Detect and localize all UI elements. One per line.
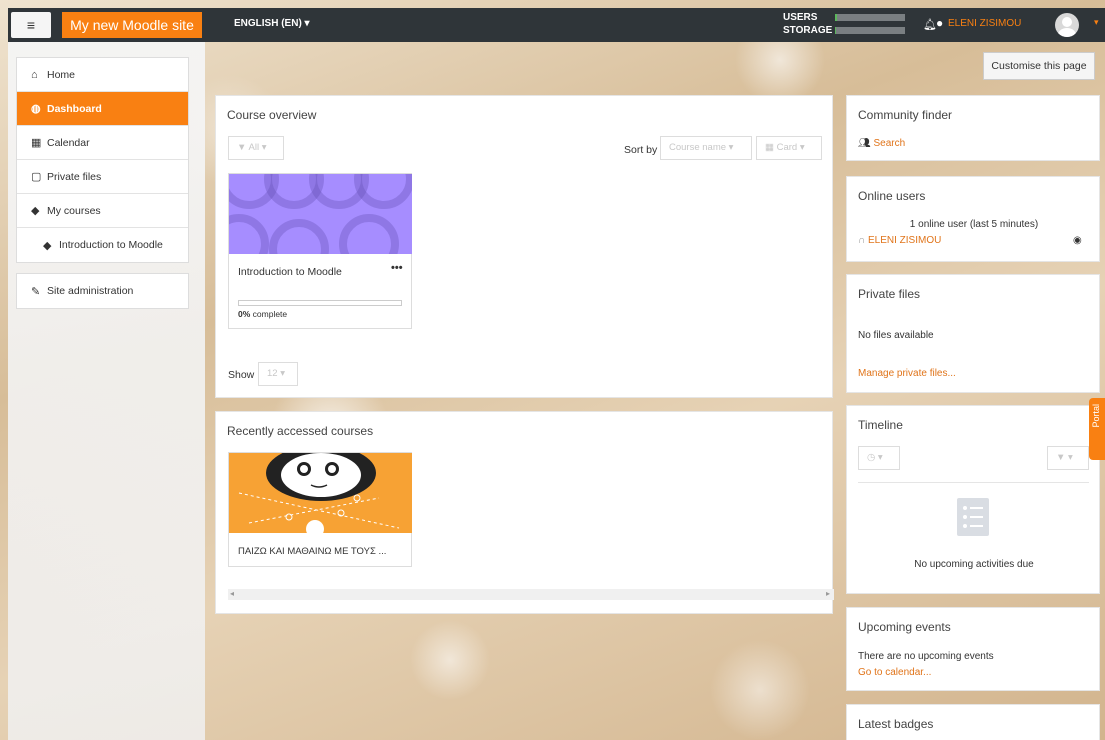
online-user-link[interactable]: ∩ ELENI ZISIMOU xyxy=(858,235,941,246)
notifications-bell-icon[interactable]: 🔔︎ xyxy=(923,18,937,31)
site-brand-link[interactable]: My new Moodle site xyxy=(62,12,202,38)
latest-badges-block: Latest badges xyxy=(846,704,1100,740)
block-title: Latest badges xyxy=(858,717,934,731)
show-label: Show xyxy=(228,369,255,381)
block-title: Online users xyxy=(858,189,926,203)
no-events-text: There are no upcoming events xyxy=(858,651,994,662)
nav-site-administration[interactable]: ✎ Site administration xyxy=(17,274,188,308)
view-dropdown[interactable]: ▦ Card ▾ xyxy=(756,136,822,160)
usage-meters: USERS STORAGE xyxy=(783,11,905,37)
recent-courses-block: Recently accessed courses ΠΑΙΖΩ ΚΑΙ ΜΑΘΑ… xyxy=(215,411,834,614)
nav-home[interactable]: ⌂ Home xyxy=(17,58,188,92)
main-navigation: ⌂ Home ◍ Dashboard ▦ Calendar ▢ Private file… xyxy=(16,57,189,263)
online-users-summary: 1 online user (last 5 minutes) xyxy=(909,219,1039,230)
user-icon: ∩ xyxy=(858,235,866,246)
users-icon: 👥︎ xyxy=(858,138,871,149)
nav-calendar[interactable]: ▦ Calendar xyxy=(17,126,188,160)
nav-private-files[interactable]: ▢ Private files xyxy=(17,160,188,194)
language-menu[interactable]: ENGLISH (EN) ▾ xyxy=(234,18,310,29)
hamburger-menu-button[interactable]: ≡ xyxy=(11,12,51,38)
portal-side-tab[interactable]: Portal xyxy=(1089,398,1105,460)
community-search-link[interactable]: 👥︎ Search xyxy=(858,138,905,149)
go-to-calendar-link[interactable]: Go to calendar... xyxy=(858,667,931,678)
block-title: Recently accessed courses xyxy=(227,424,374,438)
course-progress-bar xyxy=(238,300,402,306)
manage-private-files-link[interactable]: Manage private files... xyxy=(858,368,956,379)
recent-course-card[interactable]: ΠΑΙΖΩ ΚΑΙ ΜΑΘΑΙΝΩ ΜΕ ΤΟΥΣ ... xyxy=(228,452,412,567)
sort-by-label: Sort by xyxy=(624,144,658,156)
customise-page-button[interactable]: Customise this page xyxy=(983,52,1095,80)
storage-usage-bar xyxy=(835,27,905,34)
timeline-sort-dropdown[interactable]: ▼ ▾ xyxy=(1047,446,1089,470)
graduation-cap-icon: ◆ xyxy=(43,239,52,252)
no-files-text: No files available xyxy=(858,330,934,341)
home-icon: ⌂ xyxy=(31,68,38,81)
wrench-icon: ✎ xyxy=(31,285,41,298)
storage-usage-label: STORAGE xyxy=(783,25,833,36)
users-usage-bar xyxy=(835,14,905,21)
course-card[interactable]: Introduction to Moodle ••• 0% complete xyxy=(228,173,412,329)
block-title: Course overview xyxy=(227,108,317,122)
users-usage-label: USERS xyxy=(783,12,818,23)
block-title: Timeline xyxy=(858,418,903,432)
course-name-link[interactable]: Introduction to Moodle xyxy=(238,266,342,278)
sort-dropdown[interactable]: Course name ▾ xyxy=(660,136,752,160)
nav-my-courses[interactable]: ◆ My courses xyxy=(17,194,188,228)
course-overview-block: Course overview ▼ All ▾ Sort by Course n… xyxy=(215,95,833,398)
community-finder-block: Community finder 👥︎ Search xyxy=(846,95,1100,161)
empty-timeline-icon xyxy=(957,498,989,536)
course-filter-dropdown[interactable]: ▼ All ▾ xyxy=(228,136,284,160)
user-menu-name[interactable]: ELENI ZISIMOU xyxy=(948,18,1021,29)
visibility-eye-icon[interactable]: ◉ xyxy=(1073,235,1082,246)
nav-course-intro-moodle[interactable]: ◆ Introduction to Moodle xyxy=(17,228,188,262)
course-image xyxy=(229,174,412,254)
admin-navigation: ✎ Site administration xyxy=(16,273,189,309)
dashboard-icon: ◍ xyxy=(31,103,41,115)
nav-dashboard[interactable]: ◍ Dashboard xyxy=(17,92,188,126)
messages-icon[interactable]: ● xyxy=(936,16,943,30)
timeline-date-filter-dropdown[interactable]: ◷ ▾ xyxy=(858,446,900,470)
online-users-block: Online users 1 online user (last 5 minut… xyxy=(846,176,1100,262)
no-activities-text: No upcoming activities due xyxy=(914,559,1034,570)
block-title: Community finder xyxy=(858,108,953,122)
private-files-block: Private files No files available Manage … xyxy=(846,274,1100,393)
top-navbar: ≡ My new Moodle site ENGLISH (EN) ▾ USER… xyxy=(8,8,1105,42)
course-progress-text: 0% complete xyxy=(238,309,288,319)
graduation-cap-icon: ◆ xyxy=(31,205,40,217)
page-size-dropdown[interactable]: 12 ▾ xyxy=(258,362,298,386)
course-actions-menu-icon[interactable]: ••• xyxy=(391,262,403,274)
user-avatar[interactable] xyxy=(1055,13,1079,37)
timeline-block: Timeline ◷ ▾ ▼ ▾ No upcoming activities … xyxy=(846,405,1100,594)
course-name-link[interactable]: ΠΑΙΖΩ ΚΑΙ ΜΑΘΑΙΝΩ ΜΕ ΤΟΥΣ ... xyxy=(238,546,386,557)
file-icon: ▢ xyxy=(31,171,42,183)
calendar-icon: ▦ xyxy=(31,137,42,149)
block-title: Upcoming events xyxy=(858,620,951,634)
course-image xyxy=(229,453,412,533)
horizontal-scrollbar[interactable]: ◂ ▸ xyxy=(228,589,834,600)
block-title: Private files xyxy=(858,287,921,301)
user-menu-caret-icon[interactable]: ▾ xyxy=(1094,17,1099,28)
upcoming-events-block: Upcoming events There are no upcoming ev… xyxy=(846,607,1100,691)
